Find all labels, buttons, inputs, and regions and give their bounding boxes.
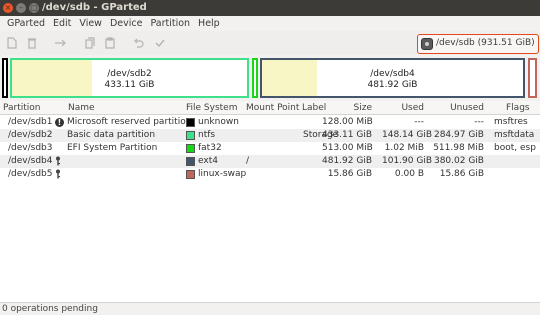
cell-file-system: unknown bbox=[198, 117, 239, 127]
undo-icon[interactable] bbox=[132, 37, 144, 49]
column-header-label[interactable]: Label bbox=[302, 101, 326, 115]
new-icon[interactable] bbox=[6, 37, 18, 49]
partition-map: /dev/sdb2 433.11 GiB /dev/sdb4 481.92 Gi… bbox=[0, 55, 540, 101]
cell-size: 433.11 GiB bbox=[322, 130, 373, 140]
device-selector-label: /dev/sdb (931.51 GiB) bbox=[436, 38, 535, 48]
partition-block-sdb3[interactable] bbox=[252, 58, 258, 98]
cell-used: 0.00 B bbox=[394, 169, 424, 179]
cell-unused: 15.86 GiB bbox=[439, 169, 484, 179]
menu-gparted[interactable]: GParted bbox=[3, 16, 49, 31]
column-header-size[interactable]: Size bbox=[336, 101, 372, 115]
cell-size: 15.86 GiB bbox=[327, 169, 372, 179]
table-row[interactable]: /dev/sdb3 EFI System Partition fat32 513… bbox=[0, 142, 540, 155]
status-text: 0 operations pending bbox=[2, 304, 98, 314]
partition-block-name: /dev/sdb4 bbox=[370, 69, 415, 79]
cell-unused: --- bbox=[474, 117, 484, 127]
cell-partition: /dev/sdb2 bbox=[8, 130, 53, 140]
cell-partition: /dev/sdb4 bbox=[8, 156, 53, 166]
key-icon bbox=[55, 169, 61, 182]
partition-block-size: 481.92 GiB bbox=[367, 80, 418, 90]
menu-view[interactable]: View bbox=[75, 16, 106, 31]
fs-color-swatch bbox=[186, 131, 195, 140]
cell-name: EFI System Partition bbox=[67, 143, 158, 153]
minimize-icon: – bbox=[19, 3, 23, 12]
partition-block-name: /dev/sdb2 bbox=[107, 69, 152, 79]
partition-block-sdb5[interactable] bbox=[528, 58, 537, 98]
column-header-unused[interactable]: Unused bbox=[446, 101, 484, 115]
apply-icon[interactable] bbox=[154, 37, 166, 49]
column-header-file-system[interactable]: File System bbox=[186, 101, 237, 115]
cell-size: 513.00 MiB bbox=[322, 143, 373, 153]
minimize-window-button[interactable]: – bbox=[16, 3, 26, 13]
status-bar: 0 operations pending bbox=[0, 302, 540, 315]
partition-block-sdb1[interactable] bbox=[2, 58, 8, 98]
table-row[interactable]: /dev/sdb5 linux-swap 15.86 GiB 0.00 B 15… bbox=[0, 168, 540, 181]
table-row[interactable]: /dev/sdb1 ! Microsoft reserved partition… bbox=[0, 116, 540, 129]
cell-file-system: ntfs bbox=[198, 130, 216, 140]
close-window-button[interactable]: × bbox=[3, 3, 13, 13]
cell-used: 1.02 MiB bbox=[384, 143, 424, 153]
cell-flags: boot, esp bbox=[494, 143, 536, 153]
delete-icon[interactable] bbox=[26, 37, 38, 49]
disk-icon bbox=[421, 38, 433, 50]
device-selector[interactable]: /dev/sdb (931.51 GiB) bbox=[417, 34, 539, 54]
paste-icon[interactable] bbox=[104, 37, 116, 49]
cell-size: 128.00 MiB bbox=[322, 117, 373, 127]
maximize-window-button[interactable]: □ bbox=[29, 3, 39, 13]
column-header-flags[interactable]: Flags bbox=[506, 101, 530, 115]
cell-file-system: ext4 bbox=[198, 156, 218, 166]
close-icon: × bbox=[4, 3, 12, 12]
cell-file-system: fat32 bbox=[198, 143, 222, 153]
fs-color-swatch bbox=[186, 144, 195, 153]
column-header-name[interactable]: Name bbox=[68, 101, 95, 115]
maximize-icon: □ bbox=[30, 3, 38, 12]
cell-file-system: linux-swap bbox=[198, 169, 247, 179]
partition-block-sdb4[interactable]: /dev/sdb4 481.92 GiB bbox=[260, 58, 525, 98]
cell-size: 481.92 GiB bbox=[322, 156, 373, 166]
menu-bar: GParted Edit View Device Partition Help bbox=[0, 16, 540, 31]
cell-name: Microsoft reserved partition bbox=[67, 117, 192, 127]
cell-partition: /dev/sdb3 bbox=[8, 143, 53, 153]
partition-table-header: Partition Name File System Mount Point L… bbox=[0, 101, 540, 115]
partition-block-sdb2[interactable]: /dev/sdb2 433.11 GiB bbox=[10, 58, 249, 98]
cell-used: 148.14 GiB bbox=[382, 130, 433, 140]
cell-unused: 284.97 GiB bbox=[433, 130, 484, 140]
cell-partition: /dev/sdb5 bbox=[8, 169, 53, 179]
cell-mount-point: / bbox=[246, 156, 250, 166]
cell-used: --- bbox=[414, 117, 424, 127]
partition-table: /dev/sdb1 ! Microsoft reserved partition… bbox=[0, 115, 540, 302]
menu-edit[interactable]: Edit bbox=[49, 16, 75, 31]
fs-color-swatch bbox=[186, 157, 195, 166]
cell-flags: msftdata bbox=[494, 130, 535, 140]
table-row[interactable]: /dev/sdb2 Basic data partition ntfs Stor… bbox=[0, 129, 540, 142]
cell-used: 101.90 GiB bbox=[382, 156, 433, 166]
column-header-mount-point[interactable]: Mount Point bbox=[246, 101, 299, 115]
fs-color-swatch bbox=[186, 170, 195, 179]
menu-device[interactable]: Device bbox=[106, 16, 147, 31]
resize-move-icon[interactable] bbox=[54, 37, 66, 49]
column-header-used[interactable]: Used bbox=[396, 101, 424, 115]
table-row[interactable]: /dev/sdb4 ext4 / 481.92 GiB 101.90 GiB 3… bbox=[0, 155, 540, 168]
copy-icon[interactable] bbox=[84, 37, 96, 49]
menu-help[interactable]: Help bbox=[194, 16, 224, 31]
window-title: /dev/sdb - GParted bbox=[42, 2, 147, 13]
cell-unused: 380.02 GiB bbox=[433, 156, 484, 166]
warning-icon: ! bbox=[55, 118, 64, 127]
cell-partition: /dev/sdb1 bbox=[8, 117, 53, 127]
title-bar: × – □ /dev/sdb - GParted bbox=[0, 0, 540, 16]
menu-partition[interactable]: Partition bbox=[146, 16, 194, 31]
cell-flags: msftres bbox=[494, 117, 528, 127]
cell-name: Basic data partition bbox=[67, 130, 156, 140]
partition-block-size: 433.11 GiB bbox=[104, 80, 155, 90]
column-header-partition[interactable]: Partition bbox=[3, 101, 41, 115]
fs-color-swatch bbox=[186, 118, 195, 127]
cell-unused: 511.98 MiB bbox=[433, 143, 484, 153]
